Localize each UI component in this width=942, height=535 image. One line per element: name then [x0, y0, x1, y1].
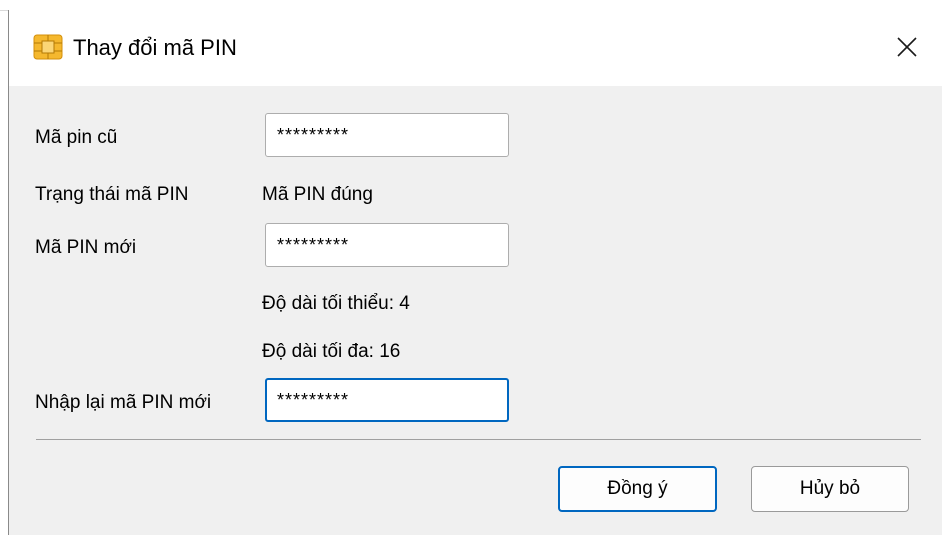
title-bar: Thay đổi mã PIN	[9, 10, 942, 86]
max-length-hint: Độ dài tối đa: 16	[262, 341, 401, 362]
ok-button[interactable]: Đồng ý	[558, 466, 717, 512]
change-pin-dialog: Thay đổi mã PIN Mã pin cũ Trạng thái mã …	[8, 10, 942, 535]
dialog-title: Thay đổi mã PIN	[73, 35, 237, 60]
smart-card-chip-icon	[33, 34, 63, 60]
pin-status-label: Trạng thái mã PIN	[35, 184, 189, 205]
pin-status-value: Mã PIN đúng	[262, 184, 373, 205]
new-pin-field[interactable]	[265, 223, 509, 267]
close-icon	[897, 37, 917, 57]
close-button[interactable]	[881, 24, 933, 70]
confirm-pin-field[interactable]	[265, 378, 509, 422]
min-length-hint: Độ dài tối thiểu: 4	[262, 293, 410, 314]
cancel-button[interactable]: Hủy bỏ	[751, 466, 909, 512]
old-pin-field[interactable]	[265, 113, 509, 157]
old-pin-label: Mã pin cũ	[35, 127, 118, 148]
confirm-pin-label: Nhập lại mã PIN mới	[35, 392, 212, 413]
new-pin-label: Mã PIN mới	[35, 237, 137, 258]
divider	[36, 439, 921, 440]
